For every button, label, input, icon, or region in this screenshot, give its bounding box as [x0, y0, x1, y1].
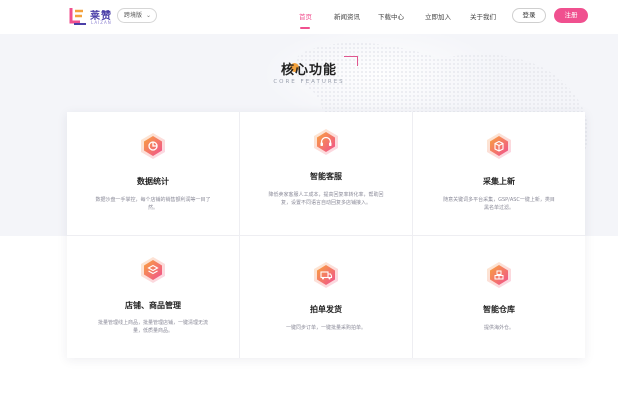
feature-collect-publish: 采集上新 随意关键词多平台采集，GSP/ASC一键上新，类目黑名单过滤。 [413, 112, 585, 235]
warehouse-icon [487, 262, 511, 288]
feature-smart-warehouse: 智能仓库 提供海外仓。 [413, 236, 585, 359]
nav-item-about[interactable]: 关于我们 [470, 11, 496, 21]
nav-item-downloads[interactable]: 下载中心 [378, 11, 404, 21]
feature-description: 数据沙盘一手掌控，每个店铺的销售额利润等一目了然。 [95, 197, 211, 211]
brand-subtitle: LAIZAN [91, 20, 112, 25]
nav-item-news[interactable]: 新闻资讯 [334, 11, 360, 21]
login-button[interactable]: 登录 [512, 8, 546, 23]
register-button[interactable]: 注册 [554, 8, 588, 23]
laizan-logo-icon[interactable] [68, 6, 88, 26]
feature-title: 拍单发货 [310, 305, 342, 314]
truck-icon [314, 262, 338, 288]
feature-order-shipping: 拍单发货 一键同步订单，一键批量采购拍单。 [240, 236, 412, 359]
feature-description: 一键同步订单，一键批量采购拍单。 [285, 325, 366, 331]
feature-data-stats: 数据统计 数据沙盘一手掌控，每个店铺的销售额利润等一目了然。 [67, 112, 239, 235]
feature-title: 采集上新 [483, 177, 515, 186]
feature-title: 智能仓库 [483, 305, 515, 314]
feature-description: 提供海外仓。 [483, 325, 514, 331]
region-select-value: 跨境版 [124, 12, 143, 19]
feature-title: 数据统计 [137, 177, 169, 186]
feature-store-product-management: 店铺、商品管理 批量管理线上商品，批量管理店铺，一键清理无流量，低质量商品。 [67, 236, 239, 359]
nav-item-join[interactable]: 立即加入 [425, 11, 451, 21]
feature-description: 降低卖家客服人工成本，提高回复率转化率，帮助回复，设置不同语言自动回复多店铺接入… [268, 192, 384, 206]
chevron-down-icon: ⌄ [145, 12, 151, 19]
headset-icon [314, 129, 338, 155]
box-icon [487, 133, 511, 159]
feature-title: 智能客服 [310, 172, 342, 181]
section-subtitle: CORE FEATURES [273, 79, 345, 85]
feature-smart-support: 智能客服 降低卖家客服人工成本，提高回复率转化率，帮助回复，设置不同语言自动回复… [240, 112, 412, 235]
top-navbar: 莱赞 LAIZAN 跨境版 ⌄ 首页 新闻资讯 下载中心 立即加入 关于我们 登… [0, 0, 618, 34]
features-card: 数据统计 数据沙盘一手掌控，每个店铺的销售额利润等一目了然。 智能客服 降低卖家… [67, 112, 585, 358]
nav-active-indicator [300, 27, 310, 29]
section-title: 核心功能 [280, 63, 337, 78]
layers-icon [141, 257, 165, 283]
chart-icon [141, 133, 165, 159]
feature-title: 店铺、商品管理 [125, 301, 181, 310]
region-select[interactable]: 跨境版 ⌄ [117, 8, 157, 23]
feature-description: 批量管理线上商品，批量管理店铺，一键清理无流量，低质量商品。 [97, 320, 208, 334]
feature-description: 随意关键词多平台采集，GSP/ASC一键上新，类目黑名单过滤。 [443, 197, 555, 211]
nav-item-home[interactable]: 首页 [299, 11, 312, 21]
